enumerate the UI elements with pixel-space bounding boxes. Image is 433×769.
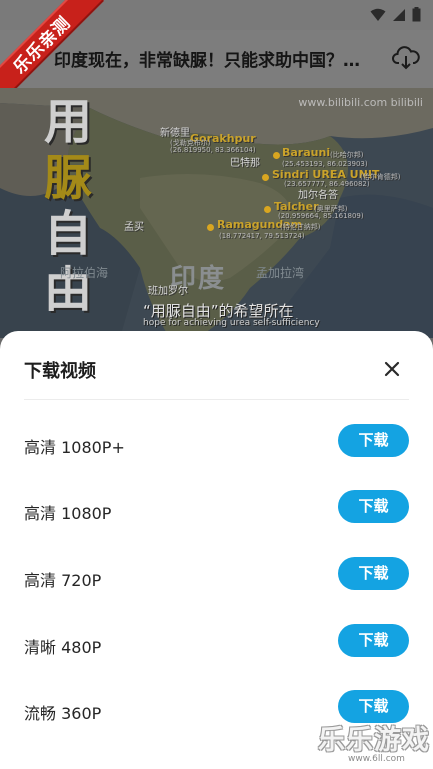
quality-label: 高清 1080P [24,504,112,523]
brand-url: www.6ll.com [348,754,405,764]
city-label: 新德里 [160,128,190,139]
city-tag: (比哈尔邦) [330,151,364,159]
subtitle-english: hope for achieving urea self-sufficiency [143,318,320,328]
city-coords: (26.819950, 83.366104) [170,146,256,154]
quality-option: 高清 1080P+ 下载 [0,424,433,468]
quality-option: 高清 720P 下载 [0,557,433,601]
close-icon[interactable] [380,357,404,381]
quality-option: 清晰 480P 下载 [0,624,433,668]
map-pin [264,206,271,213]
divider [24,399,409,400]
battery-icon [412,7,421,22]
city-label: 加尔各答 [298,190,338,201]
video-frame: www.bilibili.com bilibili 用 脲 自 由 印度 新德里… [0,88,433,338]
region-label: 孟加拉湾 [256,266,305,280]
city-label: 巴特那 [230,158,260,169]
sheet-title: 下载视频 [24,361,96,382]
city-coords: (18.772417, 79.513724) [219,232,305,240]
title-char-3: 自 [44,206,93,262]
title-char-1: 用 [44,94,93,150]
city-label: Barauni [282,146,331,159]
city-tag: (特伦甘纳邦) [280,223,321,231]
wifi-icon [370,8,386,21]
brand-name: 乐乐游戏 [318,725,430,756]
status-icons [370,7,421,22]
download-button[interactable]: 下载 [338,490,409,523]
signal-icon [393,8,405,21]
city-label: 班加罗尔 [148,286,188,297]
quality-label: 高清 1080P+ [24,438,125,457]
city-label: 孟买 [124,222,144,233]
quality-label: 清晰 480P [24,638,102,657]
map-pin [207,224,214,231]
quality-option: 高清 1080P 下载 [0,490,433,534]
quality-label: 流畅 360P [24,704,102,723]
download-button[interactable]: 下载 [338,624,409,657]
quality-label: 高清 720P [24,571,102,590]
video-watermark: www.bilibili.com bilibili [298,96,423,109]
download-sheet: 下载视频 高清 1080P+ 下载 高清 1080P 下载 高清 720P 下载… [0,331,433,769]
title-char-2: 脲 [44,150,93,206]
download-button[interactable]: 下载 [338,424,409,457]
map-pin [273,152,280,159]
map-pin [262,174,269,181]
cloud-download-icon[interactable] [392,44,420,70]
region-label: 阿拉伯海 [60,266,109,280]
brand-watermark: 乐乐游戏 www.6ll.com [318,718,430,766]
city-coords: (25.453193, 86.023903) [282,160,368,168]
download-button[interactable]: 下载 [338,557,409,590]
